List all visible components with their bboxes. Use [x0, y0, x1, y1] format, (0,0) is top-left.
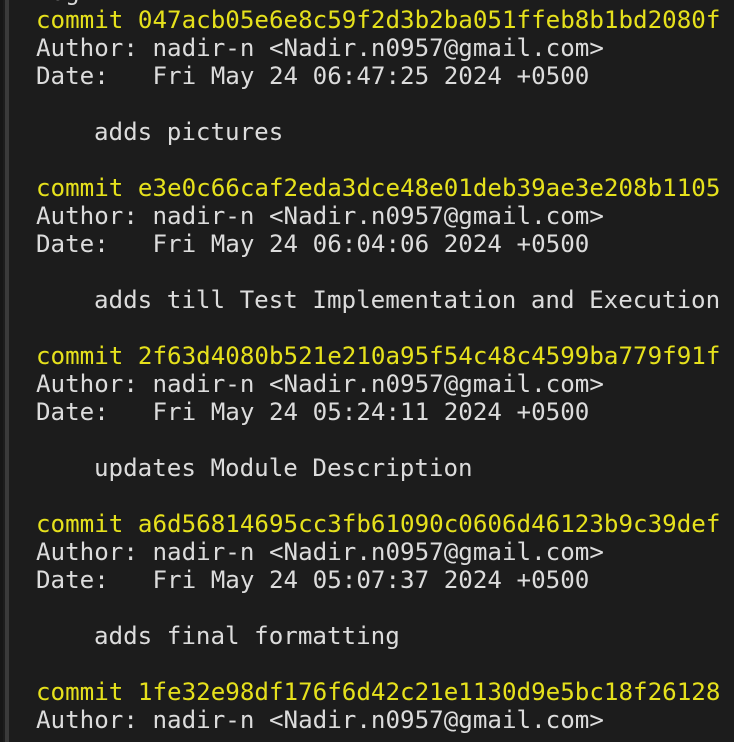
terminal-left-edge [0, 0, 3, 742]
commit-hash-line: commit 1fe32e98df176f6d42c21e1130d9e5bc1… [36, 678, 721, 706]
commit-message-line: adds till Test Implementation and Execut… [94, 286, 721, 314]
commit-message-line: adds pictures [94, 118, 284, 146]
commit-author-line: Author: nadir-n <Nadir.n0957@gmail.com> [36, 706, 604, 734]
terminal-window[interactable]: log commit 047acb05e6e8c59f2d3b2ba051ffe… [0, 0, 734, 742]
commit-date-line: Date: Fri May 24 06:47:25 2024 +0500 [36, 62, 590, 90]
commit-date-line: Date: Fri May 24 05:07:37 2024 +0500 [36, 566, 590, 594]
commit-hash-line: commit a6d56814695cc3fb61090c0606d46123b… [36, 510, 721, 538]
terminal-scroll-gutter [5, 0, 9, 742]
commit-hash-line: commit 047acb05e6e8c59f2d3b2ba051ffeb8b1… [36, 6, 721, 34]
commit-date-line: Date: Fri May 24 05:24:11 2024 +0500 [36, 398, 590, 426]
commit-message-line: adds final formatting [94, 622, 400, 650]
commit-author-line: Author: nadir-n <Nadir.n0957@gmail.com> [36, 370, 604, 398]
commit-author-line: Author: nadir-n <Nadir.n0957@gmail.com> [36, 202, 604, 230]
commit-date-line: Date: Fri May 24 06:04:06 2024 +0500 [36, 230, 590, 258]
git-log-output: log commit 047acb05e6e8c59f2d3b2ba051ffe… [36, 0, 734, 734]
commit-author-line: Author: nadir-n <Nadir.n0957@gmail.com> [36, 34, 604, 62]
commit-message-line: updates Module Description [94, 454, 473, 482]
commit-author-line: Author: nadir-n <Nadir.n0957@gmail.com> [36, 538, 604, 566]
commit-hash-line: commit 2f63d4080b521e210a95f54c48c4599ba… [36, 342, 721, 370]
commit-hash-line: commit e3e0c66caf2eda3dce48e01deb39ae3e2… [36, 174, 721, 202]
